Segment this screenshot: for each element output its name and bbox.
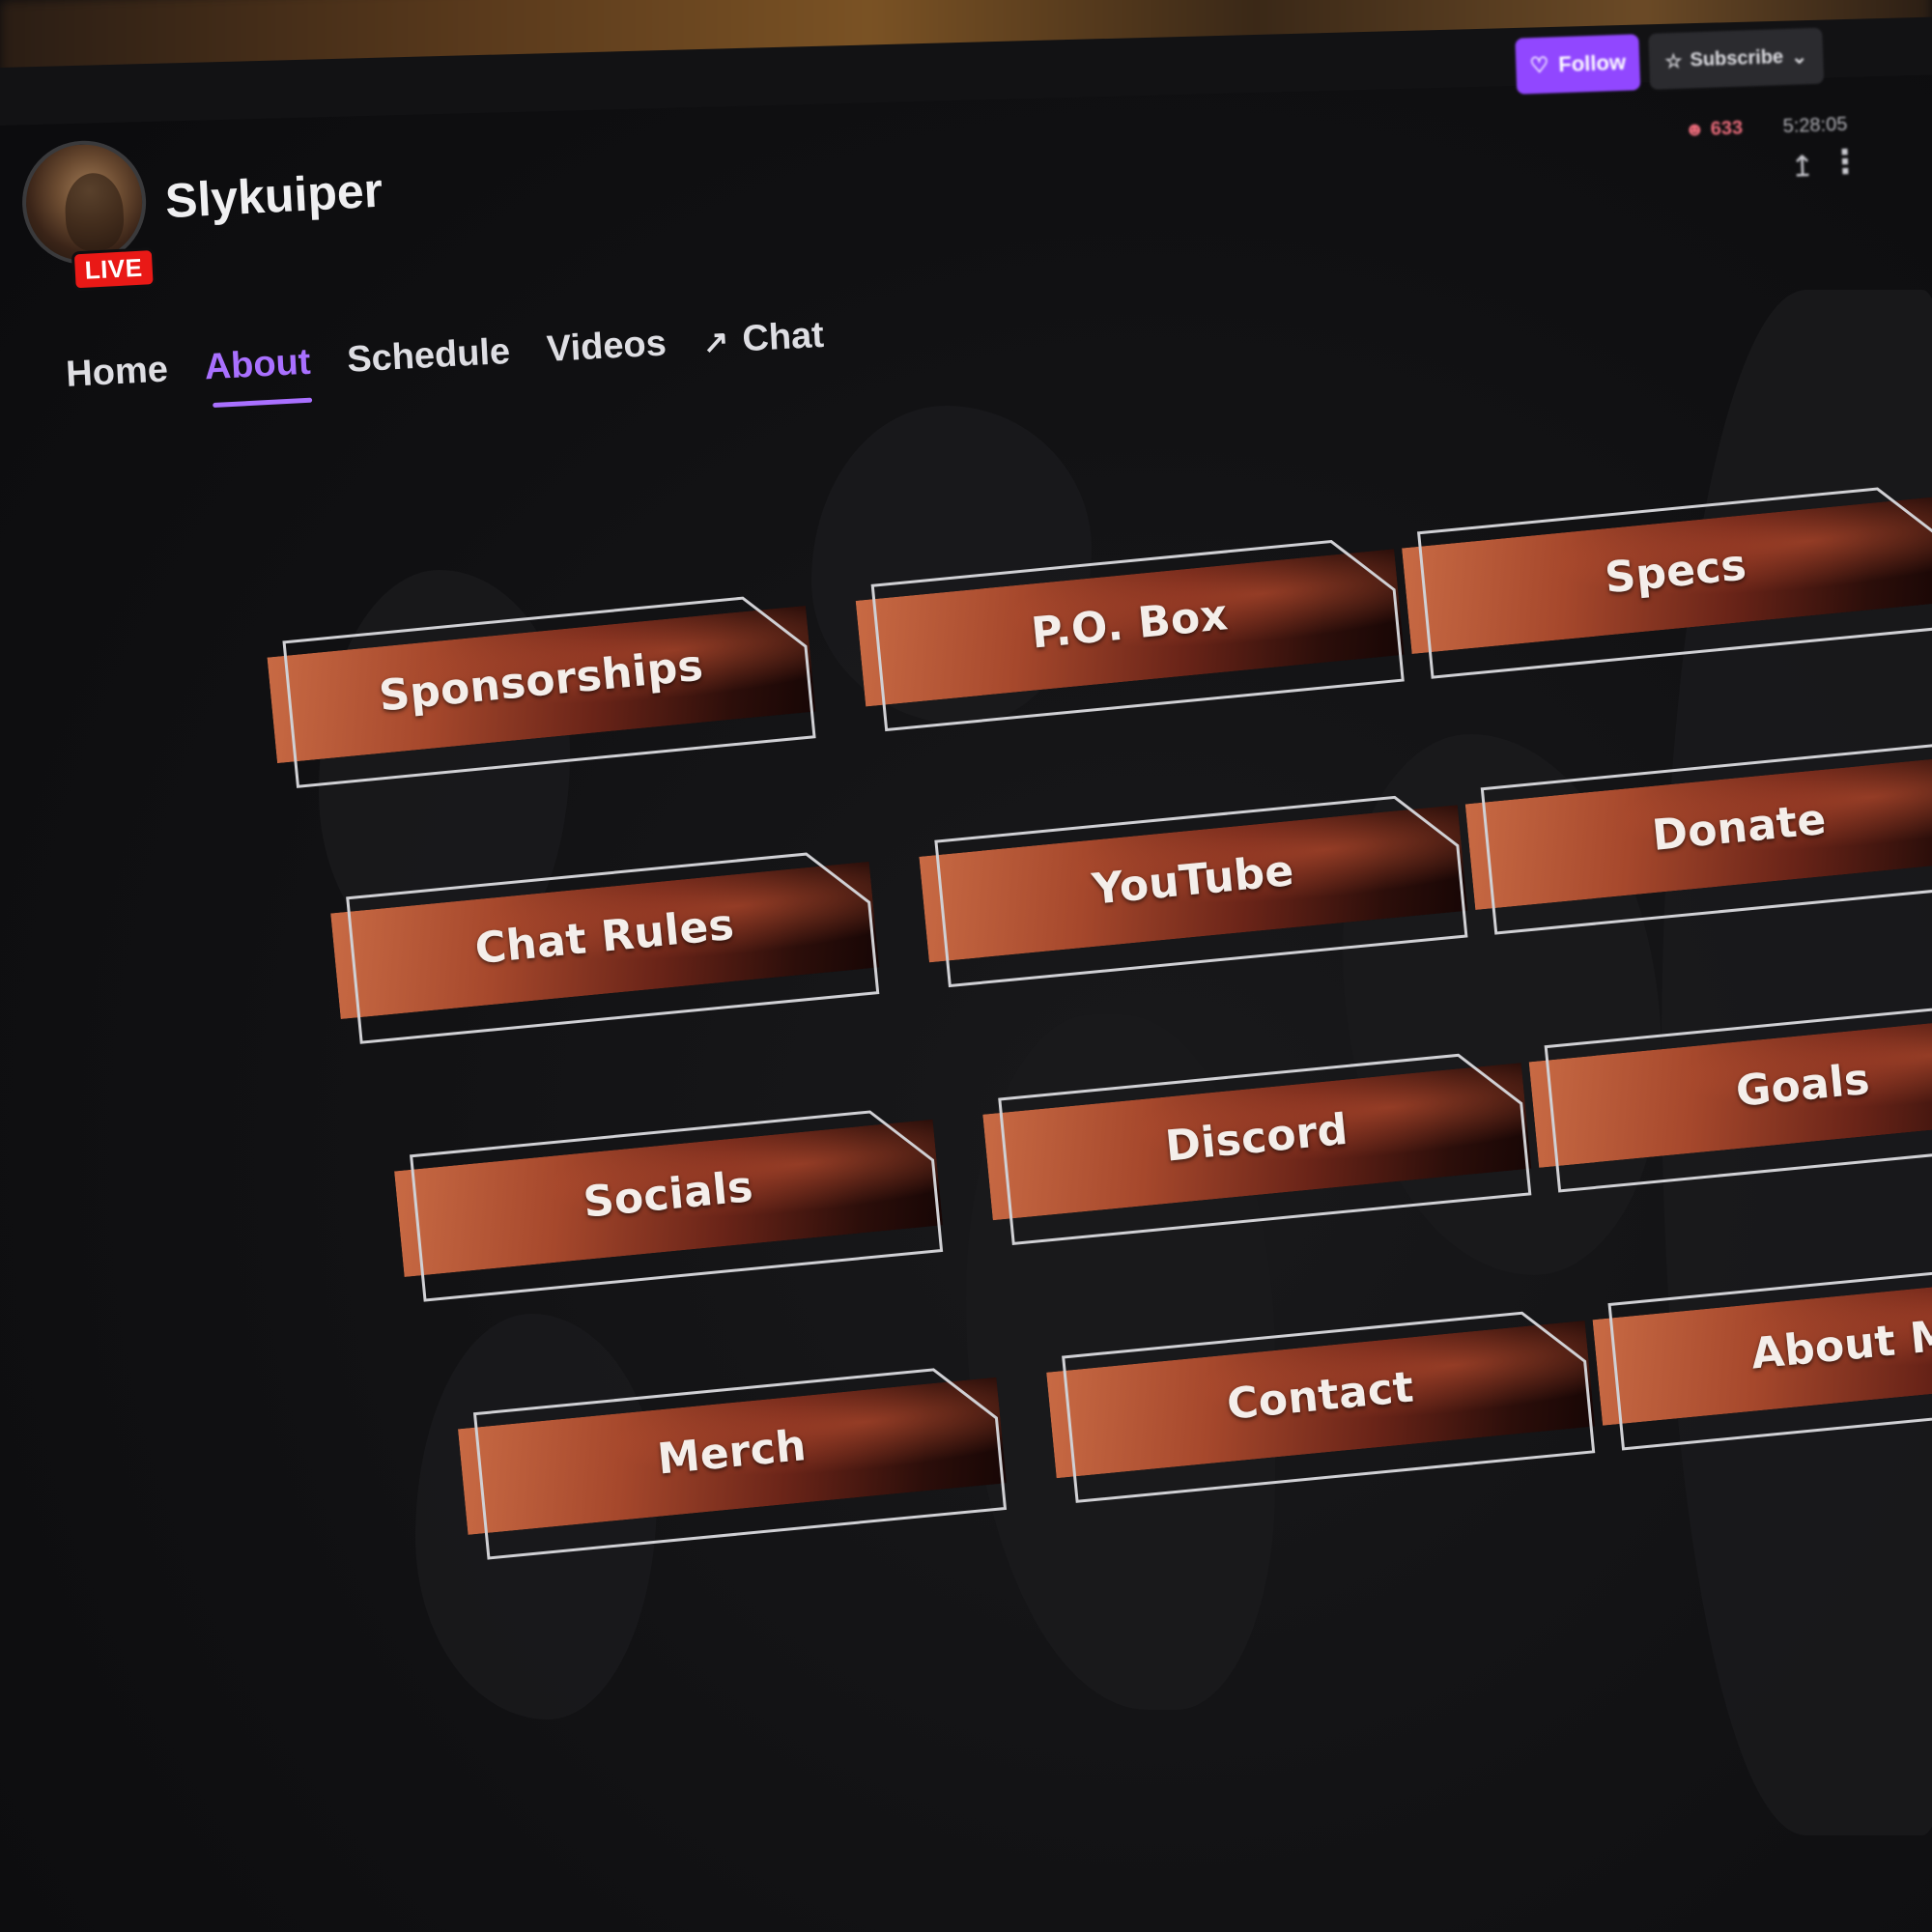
panel-merch[interactable]: Merch <box>457 1364 1008 1560</box>
panel-goals[interactable]: Goals <box>1527 997 1932 1193</box>
channel-page: LIVE Slykuiper Home About Schedule Video… <box>0 0 1932 1932</box>
panel-contact[interactable]: Contact <box>1045 1307 1596 1503</box>
panel-about-me[interactable]: About Me <box>1591 1255 1932 1451</box>
panel-youtube[interactable]: YouTube <box>918 791 1468 988</box>
panel-socials[interactable]: Socials <box>393 1106 944 1302</box>
about-panels-grid: Sponsorships P.O. Box Specs Chat Rules Y… <box>0 0 1932 1923</box>
panel-chat-rules[interactable]: Chat Rules <box>329 848 880 1044</box>
panel-sponsorships[interactable]: Sponsorships <box>266 592 816 788</box>
panel-po-box[interactable]: P.O. Box <box>854 535 1405 732</box>
panel-donate[interactable]: Donate <box>1463 739 1932 935</box>
panel-discord[interactable]: Discord <box>981 1049 1532 1246</box>
panel-specs[interactable]: Specs <box>1401 483 1932 679</box>
